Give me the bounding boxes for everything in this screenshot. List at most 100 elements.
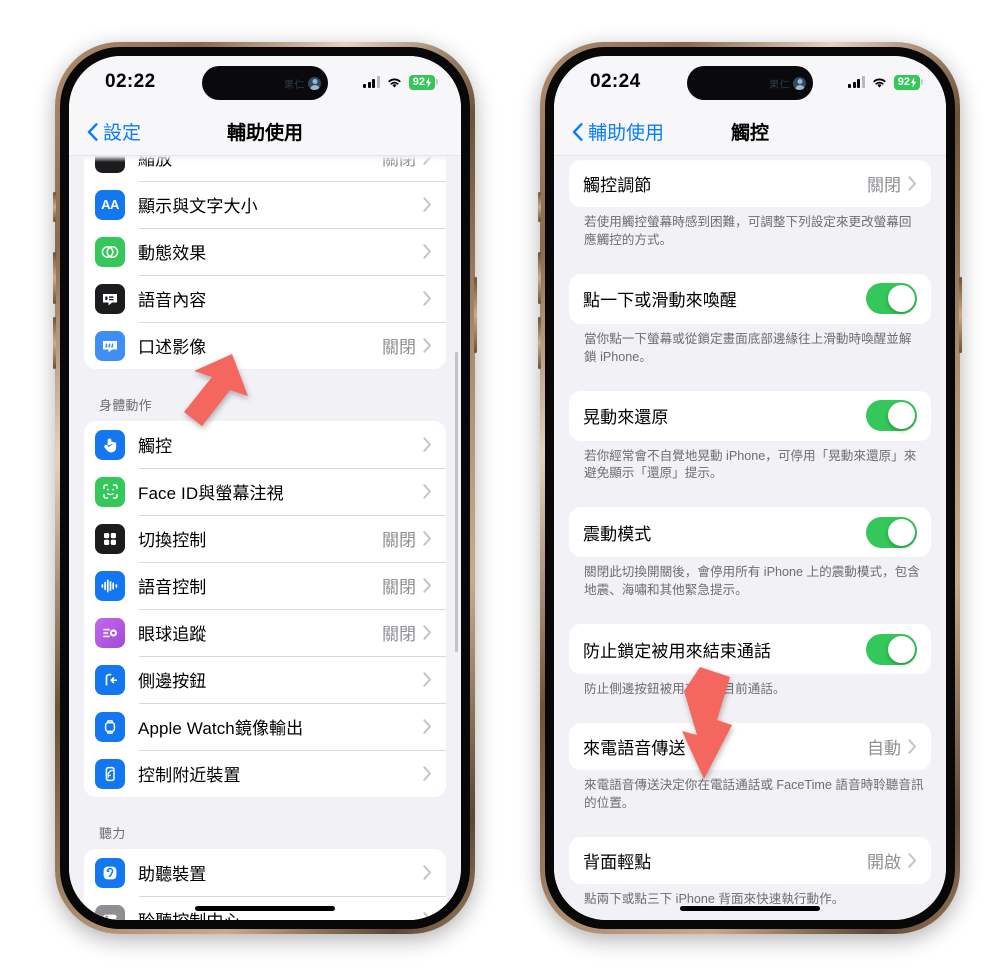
battery-percent: 92 xyxy=(412,76,425,88)
dynamic-island[interactable]: 果仁 xyxy=(202,66,328,100)
settings-list-left[interactable]: 縮放 關閉 AA 顯示與文字大小 動態效果 語音內容 口述影像 關閉 身體動作 … xyxy=(69,156,461,920)
hearing-aid-icon xyxy=(95,857,125,888)
table-row[interactable]: 動態效果 xyxy=(84,228,446,275)
row-value: 關閉 xyxy=(382,578,416,597)
status-clock: 02:22 xyxy=(105,71,156,92)
charging-bolt-icon xyxy=(910,76,917,88)
row-value: 關閉 xyxy=(867,176,901,195)
avatar xyxy=(308,76,321,90)
row-label: Face ID與螢幕注視 xyxy=(138,484,284,503)
volume-up-button[interactable] xyxy=(538,252,541,304)
screenshot-stage: 02:22 果仁 92 設定 輔助使用 縮放 關閉 AA 顯示與文字大小 動態效… xyxy=(0,0,1000,977)
sidebar-item-hearing-devices[interactable]: 助聽裝置 xyxy=(84,849,446,896)
shake-to-undo-group: 晃動來還原 xyxy=(569,390,931,441)
dynamic-island[interactable]: 果仁 xyxy=(687,66,813,100)
row-tap-to-wake[interactable]: 點一下或滑動來喚醒 xyxy=(569,274,931,324)
sidebar-item-eye-tracking[interactable]: 眼球追蹤 關閉 xyxy=(84,609,446,656)
scroll-body-right: 觸控調節 關閉 若使用觸控螢幕時感到困難，可調整下列設定來更改螢幕回應觸控的方式… xyxy=(554,160,946,920)
vision-group: 縮放 關閉 AA 顯示與文字大小 動態效果 語音內容 口述影像 關閉 xyxy=(84,156,446,369)
row-label: 觸控調節 xyxy=(583,176,652,195)
battery-percent: 92 xyxy=(897,76,910,88)
vibration-group: 震動模式 xyxy=(569,507,931,558)
aa-text-icon: AA xyxy=(95,189,125,220)
toggle-tap-to-wake[interactable] xyxy=(866,283,917,315)
footnote: 點兩下或點三下 iPhone 背面來快速執行動作。 xyxy=(584,891,845,906)
row-label: 防止鎖定被用來結束通話 xyxy=(583,641,772,661)
motion-icon xyxy=(95,236,125,267)
side-button[interactable] xyxy=(959,277,962,353)
sidebar-item-voice-control[interactable]: 語音控制 關閉 xyxy=(84,562,446,609)
sidebar-item-side-button[interactable]: 側邊按鈕 xyxy=(84,656,446,703)
table-row[interactable]: 口述影像 關閉 xyxy=(84,322,446,369)
chevron-right-icon xyxy=(423,625,431,640)
row-shake-to-undo[interactable]: 晃動來還原 xyxy=(569,391,931,441)
side-button-icon xyxy=(95,664,125,695)
scrollbar[interactable] xyxy=(455,352,458,652)
chevron-right-icon xyxy=(423,156,431,165)
row-label: 縮放 xyxy=(138,156,173,169)
sidebar-item-nearby-devices[interactable]: 控制附近裝置 xyxy=(84,750,446,797)
volume-up-button[interactable] xyxy=(53,252,56,304)
row-label: 觸控 xyxy=(138,437,173,456)
toggle-vibration[interactable] xyxy=(866,516,917,548)
row-value: 關閉 xyxy=(382,338,416,357)
physical-motor-group: 觸控 Face ID與螢幕注視 切換控制 關閉 語音控制 關閉 眼球追蹤 關閉 … xyxy=(84,421,446,797)
toggle-shake-to-undo[interactable] xyxy=(866,400,917,431)
face-id-icon xyxy=(95,476,125,507)
row-label: 眼球追蹤 xyxy=(138,625,207,644)
home-indicator[interactable] xyxy=(680,906,820,911)
chevron-right-icon xyxy=(423,766,431,781)
home-indicator[interactable] xyxy=(195,906,335,911)
volume-down-button[interactable] xyxy=(53,317,56,369)
audio-description-icon xyxy=(95,330,125,361)
row-value: 開啟 xyxy=(867,852,901,872)
battery-indicator: 92 xyxy=(408,74,439,90)
table-row[interactable]: 縮放 關閉 xyxy=(84,156,446,181)
island-activity-label: 果仁 xyxy=(769,79,790,91)
chevron-right-icon xyxy=(423,244,431,259)
toggle-prevent-lock-to-end-call[interactable] xyxy=(866,633,917,665)
row-vibration[interactable]: 震動模式 xyxy=(569,507,931,557)
table-row[interactable]: AA 顯示與文字大小 xyxy=(84,181,446,228)
wifi-icon xyxy=(388,78,401,88)
phone-bezel-left: 02:22 果仁 92 設定 輔助使用 縮放 關閉 AA 顯示與文字大小 動態效… xyxy=(60,47,470,929)
row-back-tap[interactable]: 背面輕點 開啟 xyxy=(569,837,931,884)
sidebar-item-apple-watch-mirroring[interactable]: Apple Watch鏡像輸出 xyxy=(84,703,446,750)
row-label: 語音控制 xyxy=(138,578,207,597)
settings-list-right[interactable]: 觸控調節 關閉 若使用觸控螢幕時感到困難，可調整下列設定來更改螢幕回應觸控的方式… xyxy=(554,156,946,920)
cellular-signal-icon xyxy=(847,76,865,88)
chevron-left-icon xyxy=(572,122,583,141)
touch-icon xyxy=(95,429,125,460)
phone-bezel-right: 02:24 果仁 92 輔助使用 觸控 觸控調節 關閉 若使用觸控螢幕時感到困難… xyxy=(545,47,955,929)
sidebar-item-switch-control[interactable]: 切換控制 關閉 xyxy=(84,515,446,562)
sidebar-item-faceid[interactable]: Face ID與螢幕注視 xyxy=(84,468,446,515)
voice-control-icon xyxy=(95,570,125,601)
avatar xyxy=(793,76,806,90)
eye-tracking-icon xyxy=(95,617,125,648)
sidebar-item-touch[interactable]: 觸控 xyxy=(84,421,446,468)
side-button[interactable] xyxy=(474,277,477,353)
row-value: 關閉 xyxy=(382,531,416,550)
apple-watch-icon xyxy=(95,711,125,742)
row-label: 背面輕點 xyxy=(583,852,652,872)
vision-partial-icon xyxy=(95,156,125,173)
table-row[interactable]: 語音內容 xyxy=(84,275,446,322)
row-label: 晃動來還原 xyxy=(583,408,669,427)
row-value: 關閉 xyxy=(382,156,416,169)
mute-button[interactable] xyxy=(53,192,56,222)
mute-button[interactable] xyxy=(538,192,541,222)
row-touch-accommodations[interactable]: 觸控調節 關閉 xyxy=(569,160,931,207)
chevron-right-icon xyxy=(423,291,431,306)
chevron-right-icon xyxy=(423,531,431,546)
status-indicators: 92 xyxy=(847,74,924,90)
charging-bolt-icon xyxy=(425,76,432,88)
back-button[interactable]: 輔助使用 xyxy=(572,118,664,145)
nav-bar-right: 輔助使用 觸控 xyxy=(554,108,946,156)
volume-down-button[interactable] xyxy=(538,317,541,369)
chevron-right-icon xyxy=(423,437,431,452)
nearby-devices-icon xyxy=(95,758,125,789)
switch-control-icon xyxy=(95,523,125,554)
back-button[interactable]: 設定 xyxy=(87,118,141,145)
back-button-label: 設定 xyxy=(103,123,142,144)
footnote: 關閉此切換開關後，會停用所有 iPhone 上的震動模式，包含地震、海嘯和其他緊… xyxy=(584,565,920,598)
